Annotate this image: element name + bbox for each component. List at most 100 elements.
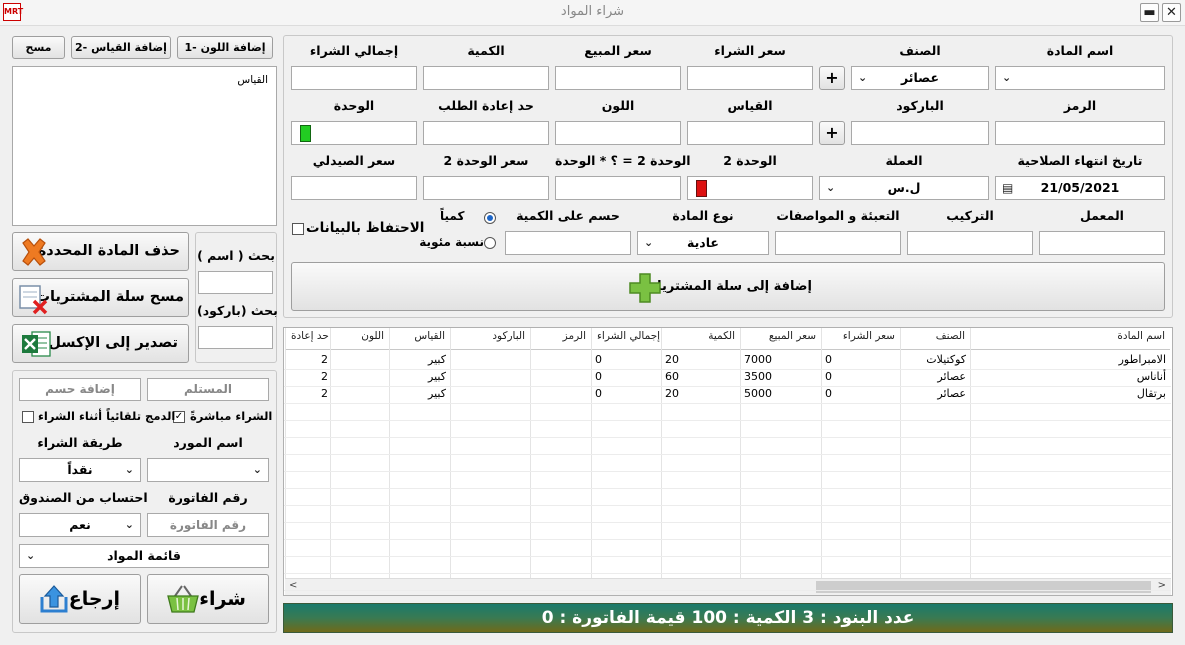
packaging-field[interactable] [775, 231, 901, 255]
listbox-header: القياس [237, 74, 268, 86]
search-name-input[interactable] [198, 271, 273, 294]
code-field[interactable] [995, 121, 1165, 145]
items-list-value: قائمة المواد [107, 548, 181, 563]
currency-select[interactable]: ل.س ⌄ [819, 176, 989, 200]
column-header-purchase-price[interactable]: سعر الشراء [821, 328, 900, 350]
reorder-limit-field[interactable] [423, 121, 549, 145]
add-category-button[interactable]: + [819, 66, 845, 90]
items-list-select[interactable]: قائمة المواد ⌄ [19, 544, 269, 568]
cell-quantity: 60 [665, 370, 679, 383]
cell-size: كبير [428, 387, 446, 400]
expiry-date-picker[interactable]: 21/05/2021 ▤ [995, 176, 1165, 200]
unit2-price-label: سعر الوحدة 2 [443, 153, 529, 168]
scrollbar-thumb[interactable] [816, 581, 1151, 593]
unit2-status-indicator [696, 180, 707, 197]
cashbox-label: احتساب من الصندوق [19, 490, 148, 505]
return-label: إرجاع [68, 588, 120, 610]
size-listbox[interactable]: القياس [12, 66, 277, 226]
radio-percentage[interactable] [484, 237, 496, 249]
generate-barcode-button[interactable]: + [819, 121, 845, 145]
composition-field[interactable] [907, 231, 1033, 255]
grid-horizontal-scrollbar[interactable]: < > [285, 578, 1171, 595]
clear-cart-button[interactable]: مسح سلة المشتريات [12, 278, 189, 317]
export-excel-label: تصدير إلى الإكسل [48, 335, 178, 351]
supplier-select[interactable]: ⌄ [147, 458, 269, 482]
total-purchase-label: إجمالي الشراء [309, 43, 399, 58]
invoice-number-input[interactable]: رقم الفاتورة [147, 513, 269, 537]
size-field[interactable] [687, 121, 813, 145]
keep-data-checkbox[interactable] [292, 223, 304, 235]
reorder-limit-label: حد إعادة الطلب [438, 98, 534, 113]
cell-quantity: 20 [665, 353, 679, 366]
item-type-label: نوع المادة [672, 208, 734, 223]
clear-cart-label: مسح سلة المشتريات [35, 289, 184, 305]
unit2-ratio-field[interactable] [555, 176, 681, 200]
return-button[interactable]: إرجاع [19, 574, 141, 624]
export-excel-button[interactable]: تصدير إلى الإكسل [12, 324, 189, 363]
row-gridline [284, 403, 1171, 404]
minimize-button[interactable]: ▬ [1140, 3, 1159, 22]
clear-button[interactable]: مسح [12, 36, 65, 59]
row-gridline [284, 573, 1171, 574]
auto-merge-checkbox[interactable] [22, 411, 34, 423]
window-title: شراء المواد [560, 4, 625, 19]
quantity-field[interactable] [423, 66, 549, 90]
column-header-reorder-limit[interactable]: حد إعادة [285, 328, 330, 350]
unit-field[interactable] [291, 121, 417, 145]
search-barcode-input[interactable] [198, 326, 273, 349]
composition-label: التركيب [946, 208, 994, 223]
table-row[interactable]: أناناس عصائر 0 3500 60 0 كبير 2 [284, 369, 1171, 386]
radio-quantity[interactable] [484, 212, 496, 224]
column-header-category[interactable]: الصنف [900, 328, 970, 350]
delete-selected-item-button[interactable]: حذف المادة المحددة [12, 232, 189, 271]
column-header-color[interactable]: اللون [330, 328, 389, 350]
add-discount-input[interactable]: إضافة حسم [19, 378, 141, 401]
unit2-field[interactable] [687, 176, 813, 200]
item-name-select[interactable]: ⌄ [995, 66, 1165, 90]
delete-selected-label: حذف المادة المحددة [37, 243, 180, 259]
add-to-cart-button[interactable]: إضافة إلى سلة المشتريات [291, 262, 1165, 311]
sale-price-field[interactable] [555, 66, 681, 90]
code-label: الرمز [1063, 98, 1097, 113]
add-color-button[interactable]: 1- إضافة اللون [177, 36, 273, 59]
return-arrow-icon [38, 583, 70, 615]
table-row[interactable]: برتقال عصائر 0 5000 20 0 كبير 2 [284, 386, 1171, 403]
purchase-price-label: سعر الشراء [714, 43, 786, 58]
packaging-label: التعبئة و المواصفات [776, 208, 900, 223]
radio-percentage-label: نسبة مئوية [419, 235, 484, 249]
add-size-button[interactable]: 2- إضافة القياس [71, 36, 171, 59]
pharmacist-price-field[interactable] [291, 176, 417, 200]
column-header-size[interactable]: القياس [389, 328, 450, 350]
quantity-discount-field[interactable] [505, 231, 631, 255]
category-select[interactable]: عصائر ⌄ [851, 66, 989, 90]
color-field[interactable] [555, 121, 681, 145]
column-header-quantity[interactable]: الكمية [661, 328, 740, 350]
column-header-sale-price[interactable]: سعر المبيع [740, 328, 821, 350]
close-button[interactable]: ✕ [1162, 3, 1181, 22]
total-purchase-field[interactable] [291, 66, 417, 90]
category-value: عصائر [900, 70, 940, 85]
item-type-select[interactable]: عادية ⌄ [637, 231, 769, 255]
buy-button[interactable]: شراء [147, 574, 269, 624]
receiver-input[interactable]: المستلم [147, 378, 269, 401]
items-grid[interactable]: < > اسم المادة الصنف سعر الشراء سعر المبيع ا… [283, 327, 1173, 596]
purchase-method-select[interactable]: نقداً ⌄ [19, 458, 141, 482]
manufacturer-field[interactable] [1039, 231, 1165, 255]
purchase-price-field[interactable] [687, 66, 813, 90]
currency-value: ل.س [887, 180, 921, 195]
calendar-icon[interactable]: ▤ [1002, 177, 1013, 199]
column-header-total-purchase[interactable]: إجمالي الشراء [591, 328, 661, 350]
table-row[interactable]: الامبراطور كوكتيلات 0 7000 20 0 كبير 2 [284, 352, 1171, 369]
title-bar: MRT شراء المواد ▬ ✕ [0, 0, 1185, 26]
unit2-price-field[interactable] [423, 176, 549, 200]
column-header-barcode[interactable]: الباركود [450, 328, 530, 350]
row-gridline [284, 539, 1171, 540]
quantity-label: الكمية [467, 43, 505, 58]
column-header-item-name[interactable]: اسم المادة [970, 328, 1170, 350]
color-label: اللون [601, 98, 635, 113]
barcode-field[interactable] [851, 121, 989, 145]
cell-color [330, 369, 389, 386]
column-header-code[interactable]: الرمز [530, 328, 591, 350]
cashbox-value: نعم [69, 517, 91, 532]
cashbox-select[interactable]: نعم ⌄ [19, 513, 141, 537]
